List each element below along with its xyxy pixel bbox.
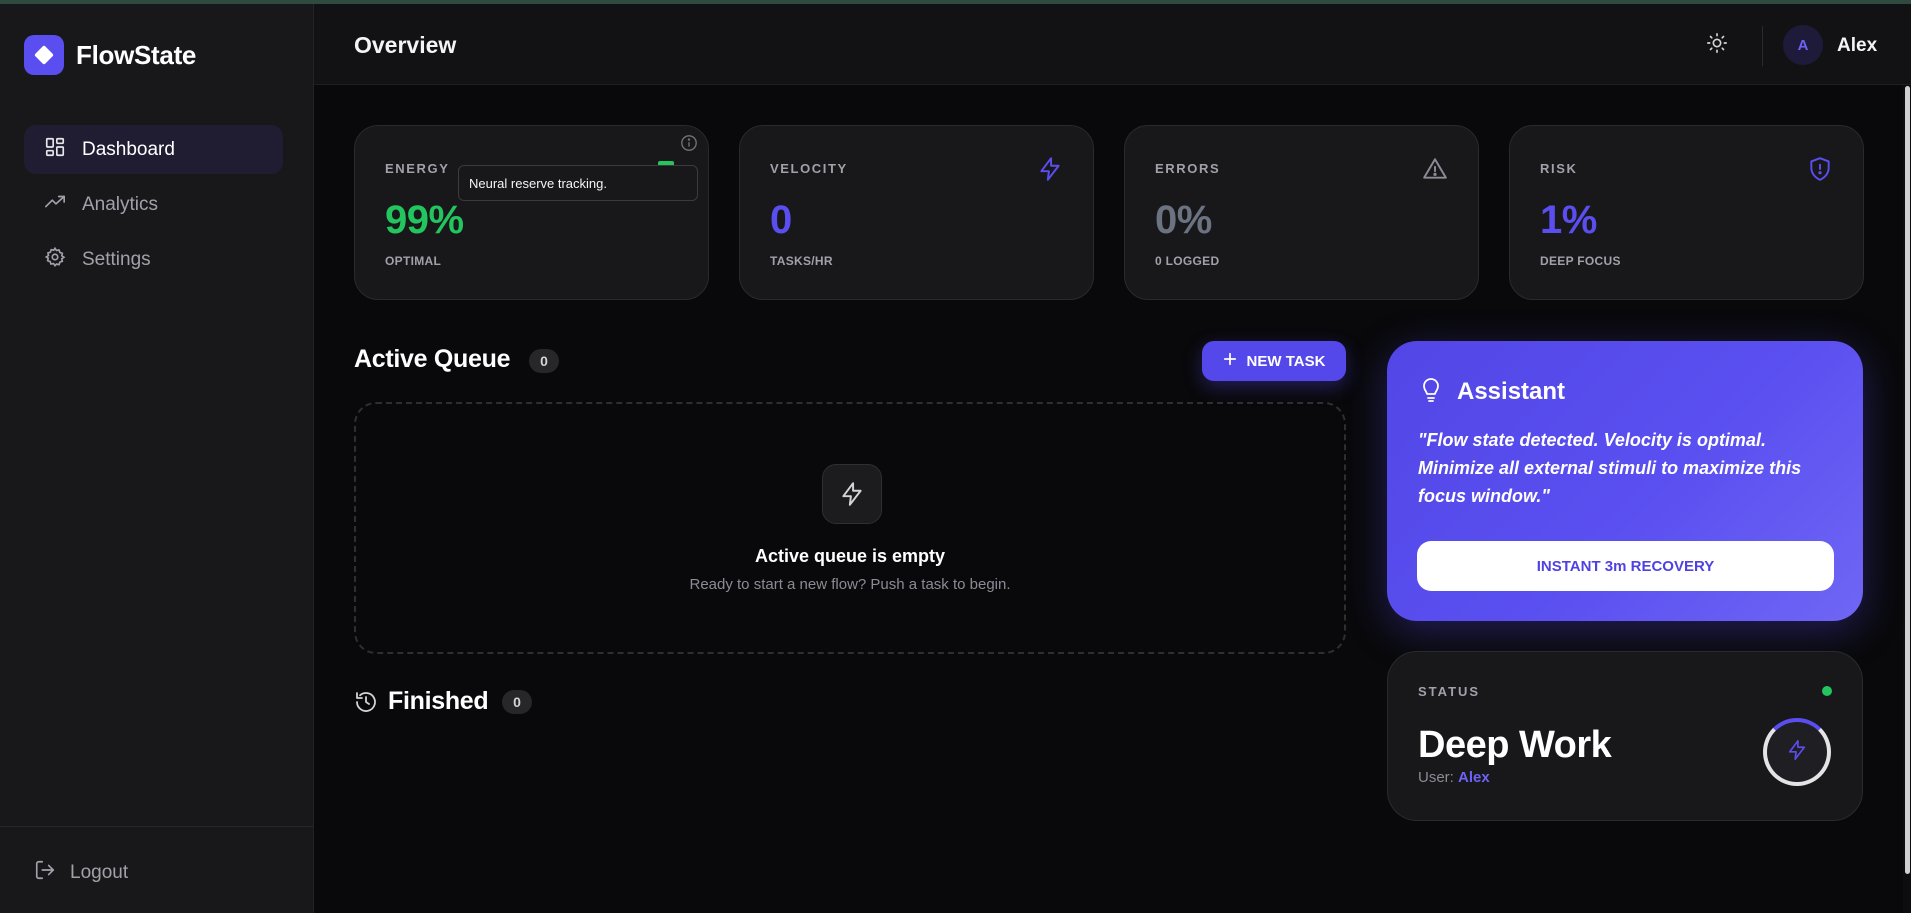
lightbulb-icon xyxy=(1419,376,1445,406)
assistant-title: Assistant xyxy=(1457,378,1566,405)
risk-stat-card: RISK 1% DEEP FOCUS xyxy=(1509,125,1864,300)
new-task-label: NEW TASK xyxy=(1246,352,1326,370)
history-icon xyxy=(354,690,378,714)
sidebar-item-dashboard[interactable]: Dashboard xyxy=(24,125,283,174)
stat-sub: TASKS/HR xyxy=(770,254,833,268)
logout-icon xyxy=(34,859,56,887)
active-queue-title: Active Queue xyxy=(354,345,511,373)
sidebar-item-settings[interactable]: Settings xyxy=(24,235,283,284)
instant-recovery-button[interactable]: INSTANT 3m RECOVERY xyxy=(1417,541,1834,591)
status-label: STATUS xyxy=(1418,684,1481,699)
energy-tooltip: Neural reserve tracking. xyxy=(458,165,698,201)
status-card: STATUS Deep Work User: Alex xyxy=(1387,651,1863,821)
logout-label: Logout xyxy=(70,862,129,883)
info-icon[interactable] xyxy=(680,134,698,152)
empty-queue-subtitle: Ready to start a new flow? Push a task t… xyxy=(689,576,1011,593)
assistant-card: Assistant "Flow state detected. Velocity… xyxy=(1387,341,1863,621)
sidebar-item-label: Analytics xyxy=(82,193,159,215)
brand[interactable]: FlowState xyxy=(24,35,196,75)
assistant-quote: "Flow state detected. Velocity is optima… xyxy=(1418,430,1802,506)
sidebar: FlowState Dashboard Analytics Settings L… xyxy=(0,4,314,913)
sidebar-item-label: Dashboard xyxy=(82,138,175,160)
gear-icon xyxy=(44,246,66,274)
warning-icon xyxy=(1422,156,1448,182)
status-user-prefix: User: xyxy=(1418,769,1454,786)
stat-sub: 0 LOGGED xyxy=(1155,254,1220,268)
status-user-name: Alex xyxy=(1458,769,1490,786)
stat-label: VELOCITY xyxy=(770,161,848,176)
sidebar-item-label: Settings xyxy=(82,248,151,270)
shield-alert-icon xyxy=(1807,156,1833,182)
lightning-icon xyxy=(822,464,882,524)
finished-count-badge: 0 xyxy=(502,690,532,714)
user-name[interactable]: Alex xyxy=(1837,35,1877,57)
empty-queue-dropzone: Active queue is empty Ready to start a n… xyxy=(354,402,1346,654)
theme-toggle-button[interactable] xyxy=(1704,32,1730,58)
stat-label: ENERGY xyxy=(385,161,450,176)
scrollbar-thumb[interactable] xyxy=(1905,86,1910,874)
dashboard-icon xyxy=(44,136,66,164)
brand-name: FlowState xyxy=(76,39,197,70)
focus-progress-ring xyxy=(1763,718,1831,786)
sidebar-footer: Logout xyxy=(0,826,314,913)
stat-value: 0% xyxy=(1155,198,1212,242)
header-divider xyxy=(1762,26,1763,66)
lightning-icon xyxy=(1786,739,1808,766)
velocity-stat-card: VELOCITY 0 TASKS/HR xyxy=(739,125,1094,300)
lightning-icon xyxy=(1037,156,1063,182)
stat-value: 0 xyxy=(770,198,792,242)
status-title: Deep Work xyxy=(1418,724,1612,766)
avatar[interactable]: A xyxy=(1783,25,1823,65)
page-title: Overview xyxy=(354,32,457,58)
new-task-button[interactable]: NEW TASK xyxy=(1202,341,1346,381)
errors-stat-card: ERRORS 0% 0 LOGGED xyxy=(1124,125,1479,300)
stat-value: 1% xyxy=(1540,198,1597,242)
plus-icon xyxy=(1223,352,1237,370)
empty-queue-title: Active queue is empty xyxy=(754,546,946,566)
stat-label: RISK xyxy=(1540,161,1578,176)
diamond-logo-icon xyxy=(24,35,64,75)
status-user: User: Alex xyxy=(1418,769,1490,786)
sidebar-nav: Dashboard Analytics Settings xyxy=(24,125,283,290)
finished-title: Finished xyxy=(388,687,489,715)
logout-button[interactable]: Logout xyxy=(34,859,128,887)
trending-up-icon xyxy=(44,191,66,219)
energy-stat-card: ENERGY 99% OPTIMAL xyxy=(354,125,709,300)
status-online-dot xyxy=(1822,686,1832,696)
sun-icon xyxy=(1706,32,1728,59)
queue-count-badge: 0 xyxy=(529,349,559,373)
top-header: Overview A Alex xyxy=(314,4,1911,85)
sidebar-item-analytics[interactable]: Analytics xyxy=(24,180,283,229)
stat-value: 99% xyxy=(385,198,464,242)
stat-sub: OPTIMAL xyxy=(385,254,442,268)
stat-label: ERRORS xyxy=(1155,161,1221,176)
stat-sub: DEEP FOCUS xyxy=(1540,254,1621,268)
